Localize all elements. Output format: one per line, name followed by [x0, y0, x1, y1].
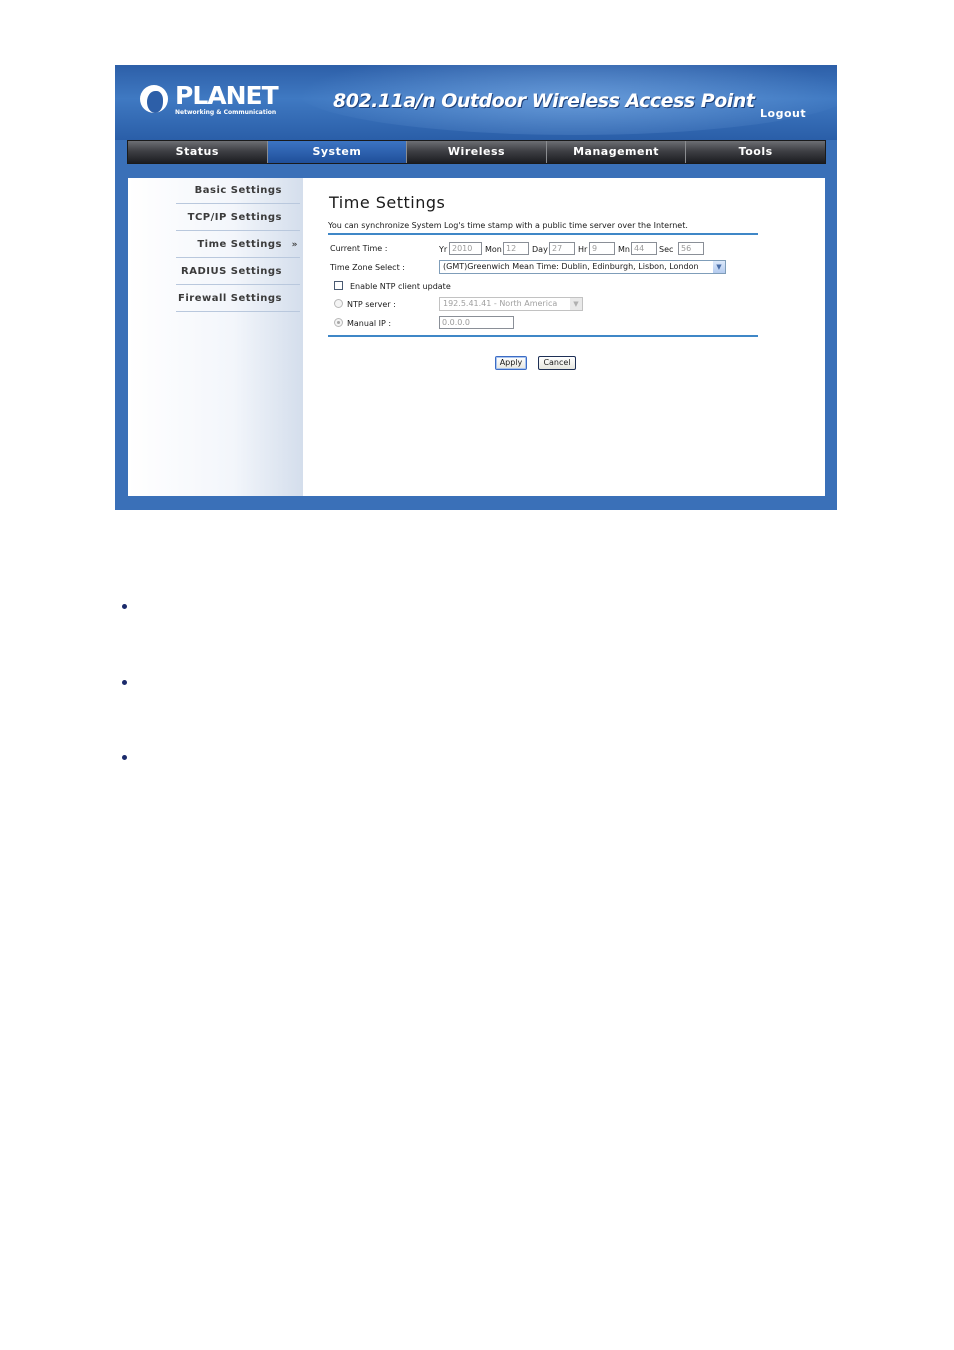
- sidebar-item-label: Time Settings: [197, 239, 282, 250]
- logo-wordmark: PLANET: [175, 81, 279, 110]
- sidebar-item-radius-settings[interactable]: RADIUS Settings: [176, 259, 300, 285]
- chevron-down-icon: ▼: [570, 298, 582, 310]
- product-title: 802.11a/n Outdoor Wireless Access Point: [333, 90, 755, 112]
- minute-field[interactable]: 44: [631, 242, 657, 255]
- tab-management[interactable]: Management: [547, 141, 687, 163]
- admin-ui-screenshot: PLANET Networking & Communication 802.11…: [115, 65, 837, 510]
- logout-link[interactable]: Logout: [760, 107, 806, 120]
- timezone-select[interactable]: (GMT)Greenwich Mean Time: Dublin, Edinbu…: [439, 260, 726, 274]
- tab-wireless[interactable]: Wireless: [407, 141, 547, 163]
- document-bullet: [122, 680, 127, 685]
- ntp-server-radio[interactable]: [334, 299, 343, 308]
- sidebar: Basic Settings TCP/IP Settings Time Sett…: [128, 178, 303, 496]
- manual-ip-radio[interactable]: [334, 318, 343, 327]
- timezone-label: Time Zone Select :: [330, 263, 405, 272]
- year-field[interactable]: 2010: [449, 242, 482, 255]
- manual-ip-label: Manual IP :: [347, 319, 392, 328]
- ntp-enable-checkbox[interactable]: [334, 281, 343, 290]
- mn-label: Mn: [618, 245, 630, 254]
- ntp-server-select[interactable]: 192.5.41.41 - North America ▼: [439, 297, 583, 311]
- document-bullet: [122, 755, 127, 760]
- page-title: Time Settings: [329, 193, 446, 212]
- active-arrow-icon: »: [291, 240, 298, 250]
- page-description: You can synchronize System Log's time st…: [328, 221, 688, 230]
- time-settings-form: Time Settings You can synchronize System…: [328, 178, 818, 496]
- sidebar-item-label: TCP/IP Settings: [187, 212, 282, 223]
- tab-tools[interactable]: Tools: [686, 141, 825, 163]
- sidebar-item-time-settings[interactable]: Time Settings »: [176, 232, 300, 258]
- manual-ip-field[interactable]: 0.0.0.0: [439, 316, 514, 329]
- ntp-server-label: NTP server :: [347, 300, 396, 309]
- planet-logo: PLANET Networking & Communication: [140, 81, 280, 123]
- ntp-server-value: 192.5.41.41 - North America: [443, 299, 558, 308]
- apply-button[interactable]: Apply: [495, 356, 527, 370]
- sidebar-item-label: RADIUS Settings: [181, 266, 282, 277]
- sec-label: Sec: [659, 245, 674, 254]
- current-time-label: Current Time :: [330, 244, 388, 253]
- hour-field[interactable]: 9: [589, 242, 615, 255]
- hr-label: Hr: [578, 245, 588, 254]
- document-bullet: [122, 604, 127, 609]
- month-field[interactable]: 12: [503, 242, 529, 255]
- sidebar-item-label: Firewall Settings: [178, 293, 282, 304]
- timezone-value: (GMT)Greenwich Mean Time: Dublin, Edinbu…: [443, 262, 699, 271]
- sidebar-item-basic-settings[interactable]: Basic Settings: [176, 178, 300, 204]
- divider-top: [328, 233, 758, 235]
- mon-label: Mon: [485, 245, 502, 254]
- second-field[interactable]: 56: [678, 242, 704, 255]
- yr-label: Yr: [439, 245, 448, 254]
- day-field[interactable]: 27: [549, 242, 575, 255]
- logo-tagline: Networking & Communication: [175, 109, 277, 116]
- sidebar-item-label: Basic Settings: [194, 185, 282, 196]
- cancel-button[interactable]: Cancel: [538, 356, 576, 370]
- divider-bottom: [328, 335, 758, 337]
- header-banner: PLANET Networking & Communication 802.11…: [115, 65, 837, 140]
- main-nav: Status System Wireless Management Tools: [127, 140, 826, 164]
- day-label: Day: [532, 245, 548, 254]
- tab-system[interactable]: System: [267, 141, 408, 163]
- tab-status[interactable]: Status: [128, 141, 268, 163]
- ntp-enable-label: Enable NTP client update: [350, 282, 451, 291]
- chevron-down-icon: ▼: [713, 261, 725, 273]
- sidebar-item-tcpip-settings[interactable]: TCP/IP Settings: [176, 205, 300, 231]
- sidebar-item-firewall-settings[interactable]: Firewall Settings: [176, 286, 300, 312]
- logo-mark-icon: [140, 85, 168, 113]
- content-panel: Basic Settings TCP/IP Settings Time Sett…: [128, 178, 825, 496]
